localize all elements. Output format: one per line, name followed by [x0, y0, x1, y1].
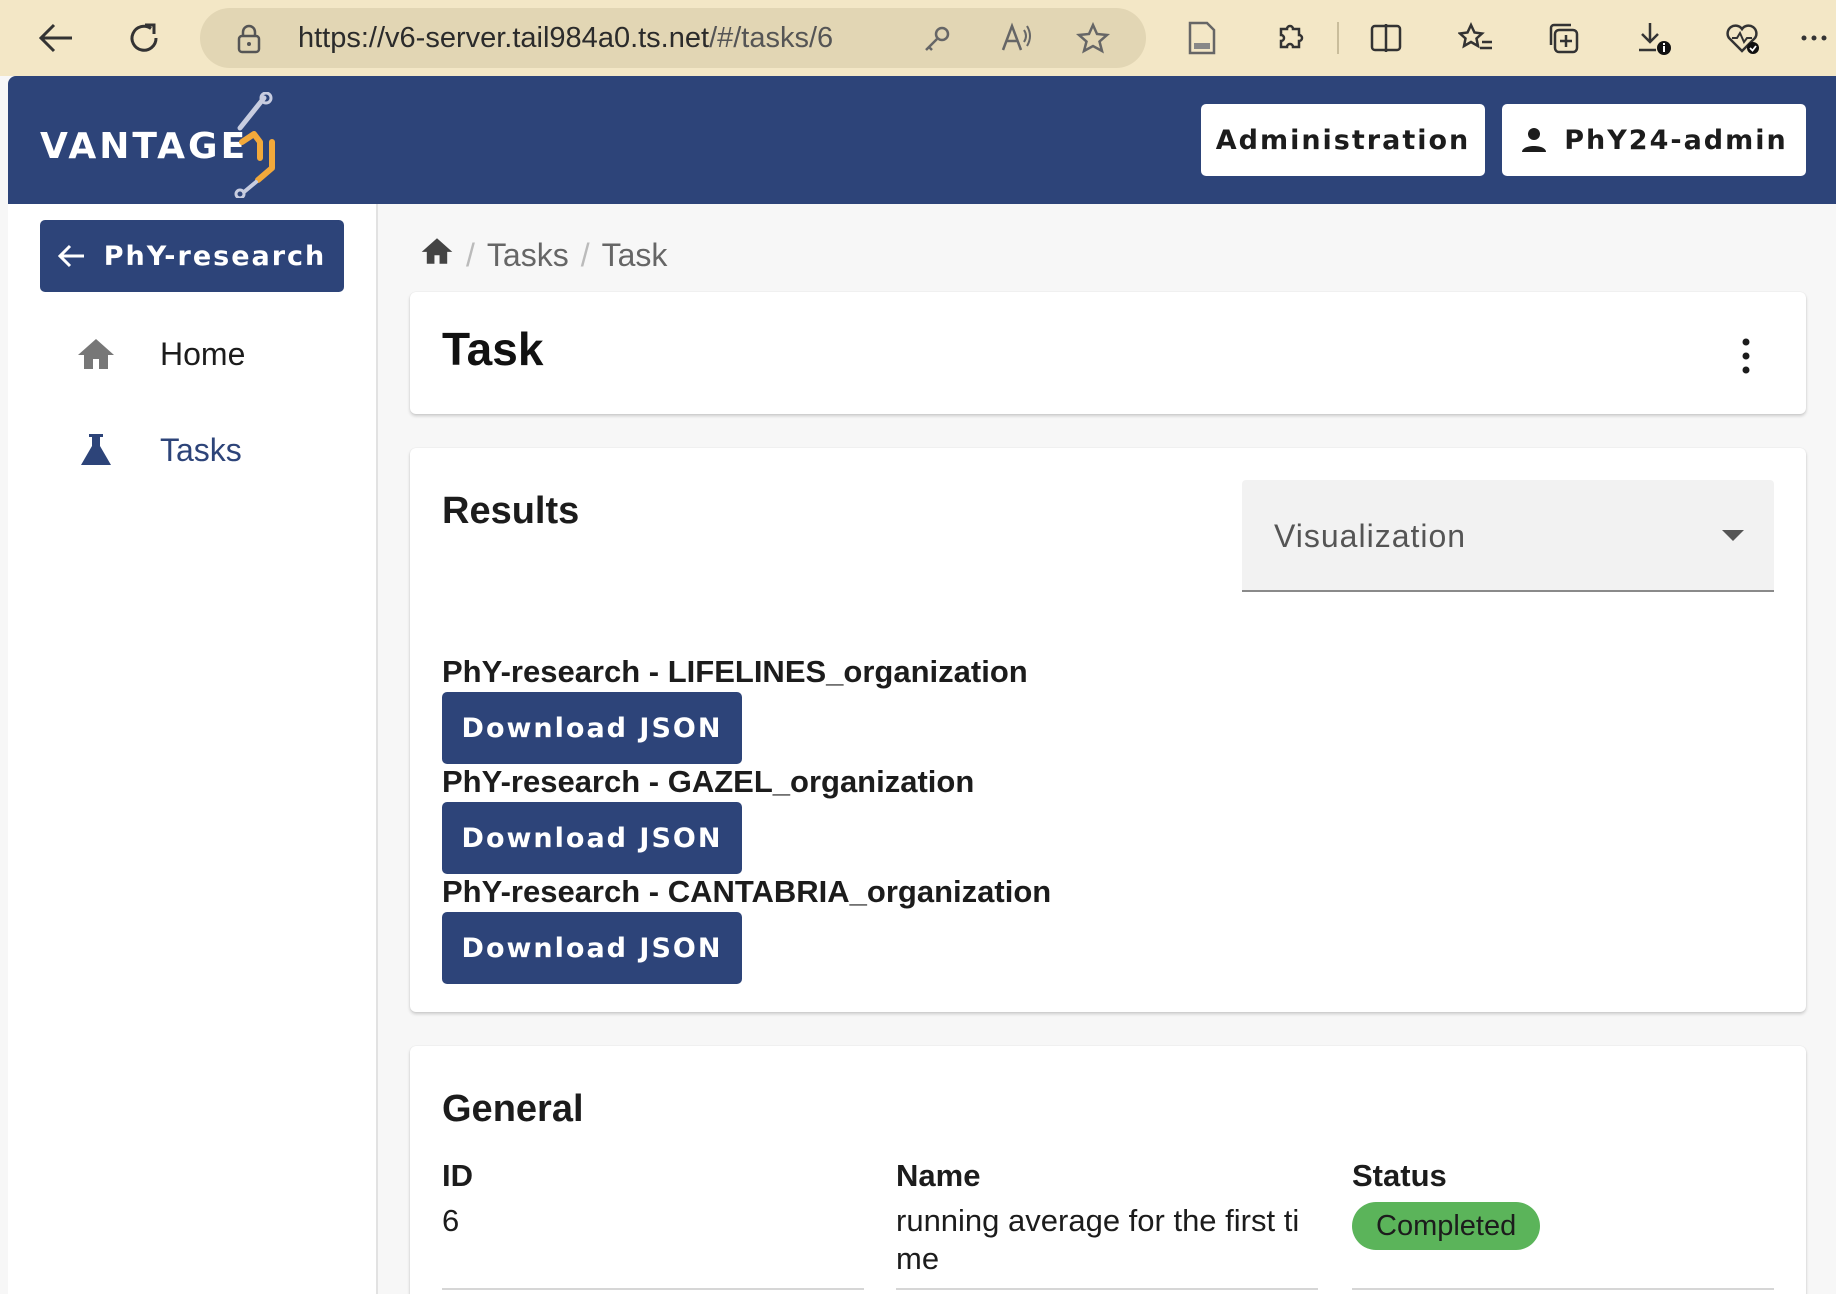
dropdown-arrow-icon [1722, 530, 1744, 541]
browser-toolbar: https://v6-server.tail984a0.ts.net/#/tas… [0, 0, 1836, 76]
id-value: 6 [442, 1203, 460, 1238]
id-label: ID [442, 1158, 473, 1193]
breadcrumb-separator: / [580, 236, 590, 273]
name-label: Name [896, 1158, 981, 1193]
visualization-select-label: Visualization [1274, 518, 1467, 554]
name-value-line: running average for the first ti [896, 1203, 1300, 1238]
collections-icon[interactable] [1540, 14, 1588, 62]
vantage-logo[interactable]: VANTAGE [40, 126, 248, 167]
results-title: Results [442, 490, 580, 532]
vantage-logo-mark-icon [230, 91, 290, 203]
sidebar: PhY-research Home Tasks [8, 204, 378, 1294]
name-value: running average for the first ti me [896, 1202, 1326, 1278]
field-divider [896, 1288, 1318, 1290]
task-header-card: Task [410, 292, 1806, 414]
download-json-button[interactable]: Download JSON [442, 802, 742, 874]
field-divider [442, 1288, 864, 1290]
address-bar[interactable]: https://v6-server.tail984a0.ts.net/#/tas… [200, 8, 1146, 68]
administration-button[interactable]: Administration [1201, 104, 1485, 176]
breadcrumb-tasks[interactable]: Tasks [487, 237, 569, 274]
status-badge: Completed [1352, 1202, 1541, 1250]
back-button-label: PhY-research [103, 240, 327, 272]
status-label: Status [1352, 1158, 1447, 1193]
result-org-label: PhY-research - CANTABRIA_organization [442, 874, 1052, 909]
download-json-button[interactable]: Download JSON [442, 692, 742, 764]
sidebar-item-label: Home [160, 335, 246, 372]
extensions-icon[interactable] [1266, 14, 1314, 62]
breadcrumb-home-icon[interactable] [420, 236, 454, 274]
downloads-icon[interactable] [1630, 14, 1678, 62]
general-title: General [442, 1088, 584, 1130]
app-header: VANTAGE Administration PhY24-admin [8, 76, 1836, 204]
back-to-collaboration-button[interactable]: PhY-research [40, 220, 344, 292]
reload-icon[interactable] [120, 14, 168, 62]
general-card: General ID 6 Name running average for th… [410, 1046, 1806, 1294]
sidebar-item-home[interactable]: Home [72, 324, 245, 384]
favorites-list-icon[interactable] [1452, 14, 1500, 62]
result-org-label: PhY-research - GAZEL_organization [442, 764, 975, 799]
url-text[interactable]: https://v6-server.tail984a0.ts.net/#/tas… [298, 8, 833, 68]
breadcrumb: / Tasks / Task [420, 232, 667, 278]
download-json-button[interactable]: Download JSON [442, 912, 742, 984]
more-vert-icon[interactable] [1736, 336, 1756, 376]
read-aloud-icon[interactable] [1000, 22, 1034, 59]
user-menu-button[interactable]: PhY24-admin [1502, 104, 1806, 176]
toolbar-divider [1337, 22, 1339, 54]
flask-icon [72, 426, 120, 474]
arrow-left-icon [57, 244, 84, 268]
field-divider [1352, 1288, 1774, 1290]
sidebar-item-tasks[interactable]: Tasks [72, 420, 242, 480]
breadcrumb-task: Task [601, 236, 668, 273]
page-title: Task [442, 323, 544, 375]
results-card: Results Visualization PhY-research - LIF… [410, 448, 1806, 1012]
sidebar-item-label: Tasks [160, 431, 242, 468]
result-org-label: PhY-research - LIFELINES_organization [442, 654, 1028, 689]
more-options-icon[interactable] [1800, 14, 1836, 62]
visualization-select[interactable]: Visualization [1242, 480, 1774, 592]
lock-icon[interactable] [236, 24, 262, 59]
reading-view-icon[interactable] [1178, 14, 1226, 62]
user-name: PhY24-admin [1564, 124, 1788, 156]
key-icon[interactable] [922, 24, 952, 59]
breadcrumb-separator: / [466, 236, 475, 273]
favorite-star-icon[interactable] [1075, 21, 1111, 59]
user-icon [1522, 128, 1547, 152]
back-arrow-icon[interactable] [32, 14, 80, 62]
split-screen-icon[interactable] [1362, 14, 1410, 62]
home-icon [72, 330, 120, 378]
name-value-line: me [896, 1241, 940, 1276]
browser-essentials-icon[interactable] [1718, 14, 1766, 62]
